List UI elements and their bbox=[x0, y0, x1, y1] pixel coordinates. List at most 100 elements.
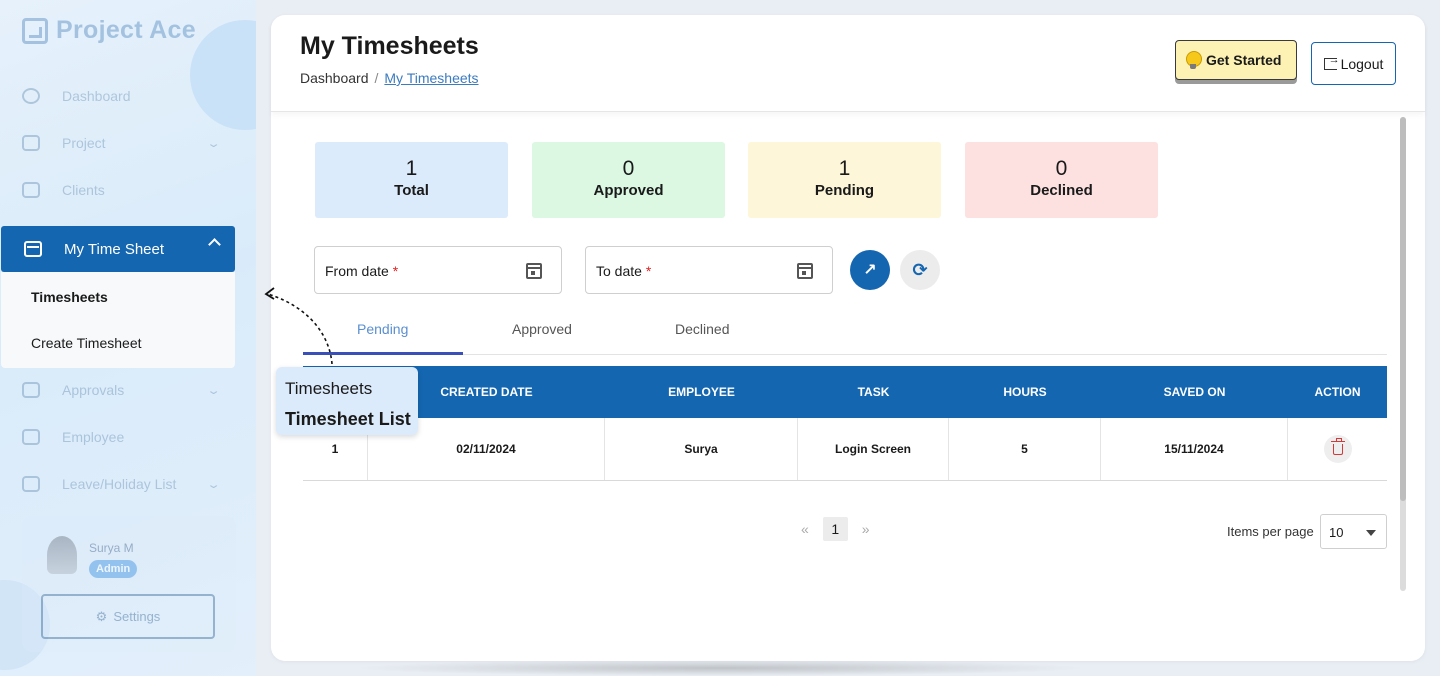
stat-label: Declined bbox=[1030, 182, 1093, 199]
tab-pending[interactable]: Pending bbox=[357, 321, 408, 337]
sidebar-item-employee[interactable]: Employee bbox=[22, 429, 222, 445]
sidebar-item-label: Dashboard bbox=[62, 88, 131, 104]
sidebar-item-label: Leave/Holiday List bbox=[62, 476, 177, 492]
from-date-label: From date * bbox=[325, 263, 399, 279]
timesheet-table: CREATED DATE EMPLOYEE TASK HOURS SAVED O… bbox=[303, 366, 1387, 481]
scrollbar-thumb[interactable] bbox=[1400, 117, 1406, 501]
sidebar-item-label: Clients bbox=[62, 182, 105, 198]
sidebar-item-dashboard[interactable]: Dashboard bbox=[22, 88, 222, 104]
avatar bbox=[47, 536, 77, 574]
table-row: 1 02/11/2024 Surya Login Screen 5 15/11/… bbox=[303, 418, 1387, 481]
decorative-blob bbox=[190, 20, 256, 130]
column-header: EMPLOYEE bbox=[668, 385, 735, 399]
brand-logo[interactable]: Project Ace bbox=[22, 16, 196, 45]
breadcrumb-separator: / bbox=[374, 70, 379, 86]
breadcrumb: Dashboard / My Timesheets bbox=[300, 70, 479, 86]
items-per-page-value: 10 bbox=[1329, 525, 1344, 540]
stat-card-total: 1 Total bbox=[315, 142, 508, 218]
calendar-icon bbox=[24, 241, 42, 257]
submenu-item-create-timesheet[interactable]: Create Timesheet bbox=[31, 335, 142, 351]
leave-icon bbox=[22, 476, 40, 492]
column-header: HOURS bbox=[1003, 385, 1047, 399]
sidebar-item-label: Approvals bbox=[62, 382, 125, 398]
lightbulb-icon bbox=[1186, 51, 1202, 69]
sidebar-item-label: My Time Sheet bbox=[64, 240, 165, 258]
profile-name: Surya M bbox=[89, 541, 134, 555]
page-number[interactable]: 1 bbox=[822, 517, 848, 541]
sidebar-item-my-time-sheet[interactable]: My Time Sheet bbox=[1, 226, 235, 272]
sidebar-submenu: Timesheets Create Timesheet bbox=[1, 272, 235, 368]
logout-label: Logout bbox=[1340, 55, 1384, 72]
column-header: TASK bbox=[857, 385, 890, 399]
tab-declined[interactable]: Declined bbox=[675, 321, 729, 337]
profile-card: Surya M Admin ⚙ Settings bbox=[22, 516, 236, 652]
stat-card-pending: 1 Pending bbox=[748, 142, 941, 218]
settings-button[interactable]: ⚙ Settings bbox=[41, 594, 215, 639]
cell-action bbox=[1288, 418, 1387, 480]
cell-saved-on: 15/11/2024 bbox=[1101, 418, 1288, 480]
get-started-label: Get Started bbox=[1206, 52, 1282, 68]
sidebar-item-clients[interactable]: Clients bbox=[22, 182, 222, 198]
table-header: CREATED DATE EMPLOYEE TASK HOURS SAVED O… bbox=[303, 366, 1387, 418]
delete-button[interactable] bbox=[1323, 435, 1352, 463]
stat-value: 1 bbox=[405, 157, 418, 180]
arrow-up-right-icon: ↗ bbox=[863, 262, 877, 279]
pagination: « 1 » bbox=[801, 517, 870, 541]
project-icon bbox=[22, 135, 40, 151]
page-title: My Timesheets bbox=[300, 32, 479, 60]
sidebar: Project Ace Dashboard Project ⌄ Clients … bbox=[0, 0, 256, 676]
stat-value: 0 bbox=[1055, 157, 1068, 180]
stat-value: 1 bbox=[838, 157, 851, 180]
next-page-button[interactable]: » bbox=[862, 521, 870, 537]
column-header: ACTION bbox=[1314, 385, 1361, 399]
calendar-icon[interactable] bbox=[797, 263, 813, 279]
column-header: SAVED ON bbox=[1163, 385, 1226, 399]
from-date-field[interactable]: From date * bbox=[314, 246, 562, 294]
logout-icon bbox=[1323, 54, 1340, 70]
chevron-down-icon: ⌄ bbox=[206, 385, 221, 397]
sidebar-item-label: Employee bbox=[62, 429, 125, 445]
submenu-item-timesheets[interactable]: Timesheets bbox=[31, 289, 108, 305]
breadcrumb-home[interactable]: Dashboard bbox=[300, 70, 369, 86]
brand-name: Project Ace bbox=[56, 16, 196, 44]
breadcrumb-current[interactable]: My Timesheets bbox=[384, 70, 478, 86]
chevron-down-icon: ⌄ bbox=[206, 479, 221, 491]
to-date-label: To date * bbox=[596, 263, 652, 279]
scrollbar[interactable] bbox=[1400, 117, 1406, 591]
caret-down-icon bbox=[1366, 530, 1376, 536]
role-badge: Admin bbox=[89, 560, 138, 578]
gear-icon: ⚙ bbox=[95, 608, 108, 624]
stat-card-approved: 0 Approved bbox=[532, 142, 725, 218]
stat-label: Total bbox=[394, 182, 429, 199]
sidebar-item-label: Project bbox=[62, 135, 106, 151]
get-started-button[interactable]: Get Started bbox=[1175, 40, 1297, 80]
sidebar-item-approvals[interactable]: Approvals ⌄ bbox=[22, 382, 222, 398]
tab-approved[interactable]: Approved bbox=[512, 321, 572, 337]
sidebar-item-project[interactable]: Project ⌄ bbox=[22, 135, 222, 151]
tour-tooltip-title: Timesheets bbox=[285, 379, 373, 398]
cell-hours: 5 bbox=[949, 418, 1101, 480]
page-header: My Timesheets Dashboard / My Timesheets Ge… bbox=[271, 15, 1425, 112]
calendar-icon[interactable] bbox=[526, 263, 542, 279]
sidebar-item-leave-holiday[interactable]: Leave/Holiday List ⌄ bbox=[22, 476, 222, 492]
refresh-button[interactable]: ⟳ bbox=[900, 250, 940, 290]
cell-task: Login Screen bbox=[798, 418, 949, 480]
cell-employee: Surya bbox=[605, 418, 798, 480]
status-tabs: Pending Approved Declined bbox=[303, 313, 1387, 355]
dashboard-icon bbox=[22, 88, 40, 104]
tour-tooltip[interactable]: Timesheets Timesheet List bbox=[276, 367, 418, 435]
stat-card-declined: 0 Declined bbox=[965, 142, 1158, 218]
items-per-page-select[interactable]: 10 bbox=[1320, 514, 1387, 549]
to-date-field[interactable]: To date * bbox=[585, 246, 833, 294]
refresh-icon: ⟳ bbox=[912, 259, 928, 280]
apply-filter-button[interactable]: ↗ bbox=[850, 250, 890, 290]
main-panel: My Timesheets Dashboard / My Timesheets Ge… bbox=[271, 15, 1425, 661]
clients-icon bbox=[22, 182, 40, 198]
employee-icon bbox=[22, 429, 40, 445]
stat-value: 0 bbox=[622, 157, 635, 180]
tour-tooltip-subtitle: Timesheet List bbox=[285, 409, 411, 429]
logout-button[interactable]: Logout bbox=[1311, 42, 1396, 85]
prev-page-button[interactable]: « bbox=[801, 521, 809, 537]
tour-arrow bbox=[264, 287, 333, 365]
decorative-shadow bbox=[350, 660, 1090, 676]
